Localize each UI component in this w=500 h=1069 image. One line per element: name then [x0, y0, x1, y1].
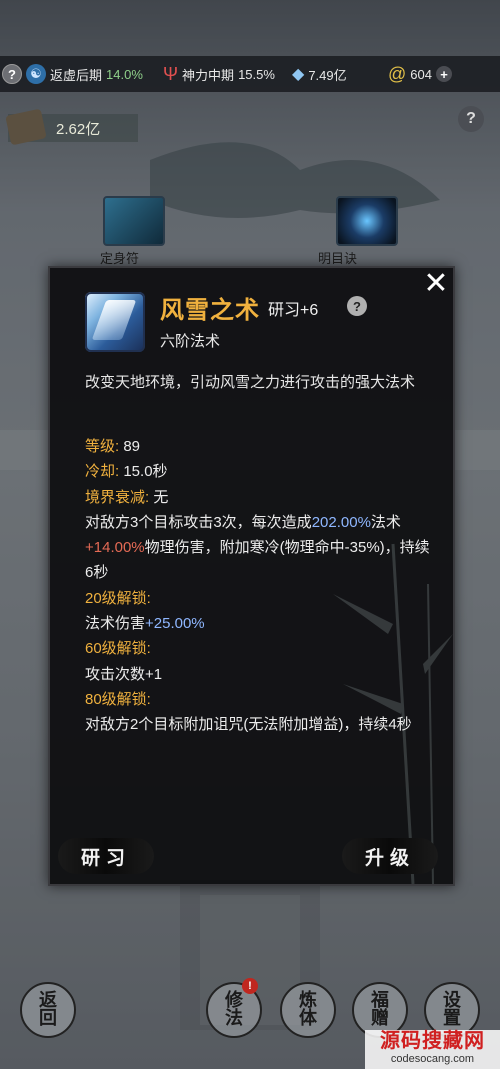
gift-label-2: 赠 — [371, 1008, 389, 1029]
gold-amount: 604 — [410, 66, 432, 82]
skill-help-button[interactable]: ? — [347, 296, 367, 316]
back-button[interactable]: 返 回 — [20, 982, 76, 1038]
page-help-button[interactable]: ? — [458, 106, 484, 132]
coin-icon: @ — [388, 63, 407, 84]
cooldown-value: 15.0秒 — [123, 463, 168, 481]
effect-bonus: +14.00% — [85, 539, 145, 557]
decay-row: 境界衰减: 无 — [85, 485, 430, 510]
unlock20-row: 法术伤害+25.00% — [85, 611, 430, 636]
crystal-icon: ◆ — [292, 66, 305, 83]
help-icon: ? — [2, 64, 22, 84]
ice-shard-icon — [91, 300, 137, 340]
skill-slot-right-label: 明目诀 — [318, 251, 358, 266]
level-row: 等级: 89 — [85, 434, 430, 459]
skill-tier: 六阶法术 — [160, 333, 221, 350]
effect-part-1: 对敌方3个目标攻击3次，每次造成 — [85, 513, 312, 531]
skill-stats: 等级: 89 冷却: 15.0秒 境界衰减: 无 对敌方3个目标攻击3次，每次造… — [85, 434, 430, 738]
skill-slot-left[interactable] — [103, 196, 165, 246]
power-stat: Ψ 神力中期 15.5% — [163, 64, 275, 85]
effect-text: 对敌方3个目标攻击3次，每次造成202.00%法术+14.00%物理伤害，附加寒… — [85, 510, 430, 586]
skill-icon — [85, 292, 145, 352]
unlock60-text: 攻击次数+1 — [85, 665, 163, 683]
skill-rank: 研习+6 — [268, 302, 319, 319]
power-progress: 15.5% — [238, 66, 275, 82]
help-button[interactable]: ? — [2, 64, 22, 84]
notification-badge: ! — [242, 978, 258, 994]
unlock60-label: 60级解锁: — [85, 640, 151, 658]
unlock20-text: 法术伤害 — [85, 615, 146, 633]
trident-icon: Ψ — [163, 63, 179, 84]
realm-progress: 14.0% — [106, 66, 143, 82]
decay-label: 境界衰减: — [85, 488, 150, 506]
skill-name: 风雪之术 — [160, 297, 260, 324]
realm-stat: ☯ 返虚后期 14.0% — [26, 64, 143, 84]
cooldown-row: 冷却: 15.0秒 — [85, 459, 430, 484]
effect-percent: 202.00% — [311, 513, 371, 531]
cultivate-label-2: 法 — [225, 1008, 243, 1029]
spirit-stone-amount: 7.49亿 — [308, 67, 347, 83]
skill-slot-left-label: 定身符 — [100, 251, 140, 266]
top-status-bar: ? ☯ 返虚后期 14.0% Ψ 神力中期 15.5% ◆ 7.49亿 @ 60… — [0, 56, 500, 92]
watermark-url: codesocang.com — [390, 1053, 475, 1065]
gold-stat: @ 604 + — [388, 64, 452, 85]
add-gold-button[interactable]: + — [435, 66, 452, 82]
close-icon: ✕ — [423, 267, 449, 300]
level-value: 89 — [123, 438, 141, 455]
body-refine-button[interactable]: 炼 体 — [280, 982, 336, 1038]
cooldown-label: 冷却: — [85, 463, 120, 481]
unlock80-text: 对敌方2个目标附加诅咒(无法附加增益)，持续4秒 — [85, 716, 412, 734]
skill-slot-right[interactable] — [336, 196, 398, 246]
unlock80-label: 80级解锁: — [85, 690, 151, 708]
watermark-title: 源码搜藏网 — [380, 1030, 485, 1052]
swirl-icon: ☯ — [26, 64, 46, 84]
decay-value: 无 — [153, 488, 169, 506]
unlock20-value: +25.00% — [145, 615, 205, 633]
close-button[interactable]: ✕ — [421, 267, 451, 300]
realm-name: 返虚后期 — [50, 67, 103, 83]
effect-part-2: 法术 — [370, 513, 401, 531]
study-button[interactable]: 研习 — [58, 838, 154, 874]
settings-label-2: 置 — [443, 1008, 461, 1029]
level-label: 等级: — [85, 438, 120, 455]
back-label-2: 回 — [39, 1008, 57, 1029]
body-label-2: 体 — [299, 1008, 317, 1029]
unlock20-label: 20级解锁: — [85, 589, 151, 607]
skill-description: 改变天地环境，引动风雪之力进行攻击的强大法术 — [85, 374, 416, 391]
watermark: 源码搜藏网 codesocang.com — [365, 1030, 500, 1069]
upgrade-button[interactable]: 升级 — [342, 838, 438, 874]
power-name: 神力中期 — [182, 67, 235, 83]
spirit-stone-stat: ◆ 7.49亿 — [292, 64, 347, 84]
money-amount: 2.62亿 — [56, 120, 101, 138]
